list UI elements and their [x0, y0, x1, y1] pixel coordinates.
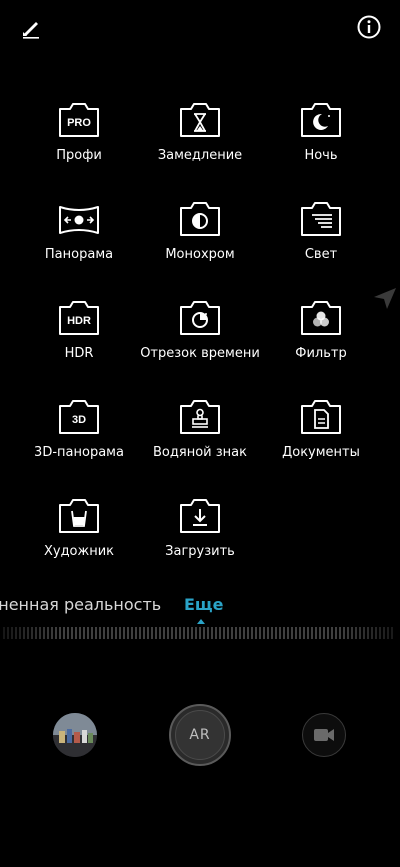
download-icon: [180, 499, 220, 533]
mode-label: Документы: [282, 445, 360, 460]
mode-label: Свет: [304, 247, 338, 262]
mode-filter[interactable]: Фильтр: [261, 298, 381, 361]
mode-label: Загрузить: [165, 544, 235, 559]
selected-mode-indicator: [197, 619, 205, 624]
mode-tab-ar[interactable]: лненная реальность: [0, 595, 161, 614]
mode-label: Отрезок времени: [140, 346, 260, 361]
camera-controls: AR: [0, 704, 400, 768]
shutter-button[interactable]: AR: [169, 704, 231, 766]
mode-label: Художник: [43, 544, 115, 559]
svg-text:3D: 3D: [72, 414, 86, 426]
mode-label: Ночь: [304, 148, 338, 163]
documents-icon: [301, 400, 341, 434]
mode-artist[interactable]: Художник: [19, 496, 139, 559]
pro-icon: PRO: [59, 103, 99, 137]
ar-label: AR: [175, 710, 225, 760]
mode-monochrome[interactable]: Монохром: [140, 199, 260, 262]
pencil-icon[interactable]: [18, 14, 44, 40]
info-icon[interactable]: [356, 14, 382, 40]
mode-slow-motion[interactable]: Замедление: [140, 100, 260, 163]
gallery-photo-icon: [53, 713, 97, 757]
mode-watermark[interactable]: Водяной знак: [140, 397, 260, 460]
mode-label: Профи: [56, 148, 102, 163]
mode-label: Водяной знак: [153, 445, 247, 460]
mode-hdr[interactable]: HDR HDR: [19, 298, 139, 361]
mode-documents[interactable]: Документы: [261, 397, 381, 460]
panorama-icon: [59, 206, 99, 234]
night-icon: [301, 103, 341, 137]
mode-timelapse[interactable]: Отрезок времени: [140, 298, 260, 361]
mode-label: 3D-панорама: [34, 445, 124, 460]
mode-tab-more[interactable]: Еще: [184, 595, 223, 614]
mode-switcher: лненная реальность Еще: [0, 595, 400, 621]
video-mode-button[interactable]: [302, 713, 346, 757]
monochrome-icon: [180, 202, 220, 236]
mode-light-painting[interactable]: Свет: [261, 199, 381, 262]
3d-panorama-icon: 3D: [59, 400, 99, 434]
mode-3d-panorama[interactable]: 3D 3D-панорама: [19, 397, 139, 460]
mode-night[interactable]: Ночь: [261, 100, 381, 163]
mode-pro[interactable]: PRO Профи: [19, 100, 139, 163]
timelapse-icon: [180, 301, 220, 335]
mode-scroll-ticks[interactable]: [0, 627, 400, 639]
filter-icon: [301, 301, 341, 335]
mode-label: HDR: [64, 346, 94, 361]
hdr-icon: HDR: [59, 301, 99, 335]
svg-text:PRO: PRO: [67, 117, 91, 129]
artist-icon: [59, 499, 99, 533]
hourglass-icon: [180, 103, 220, 137]
mode-download[interactable]: Загрузить: [140, 496, 260, 559]
mode-label: Монохром: [165, 247, 235, 262]
watermark-icon: [180, 400, 220, 434]
mode-panorama[interactable]: Панорама: [19, 199, 139, 262]
svg-text:HDR: HDR: [67, 315, 91, 327]
navigation-arrow-icon: [374, 288, 396, 309]
light-painting-icon: [301, 202, 341, 236]
video-camera-icon: [314, 729, 334, 741]
mode-label: Фильтр: [295, 346, 347, 361]
gallery-thumbnail[interactable]: [53, 713, 97, 757]
mode-label: Замедление: [157, 148, 243, 163]
mode-label: Панорама: [44, 247, 114, 262]
